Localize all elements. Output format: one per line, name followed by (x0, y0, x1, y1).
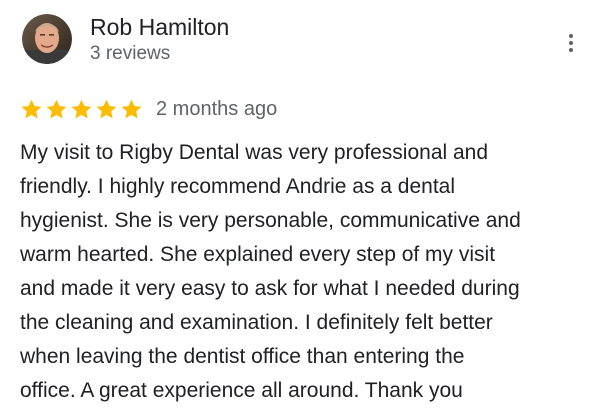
review-text-line: hygienist. She is very personable, commu… (20, 209, 521, 232)
review-text-line: warm hearted. She explained every step o… (20, 243, 496, 266)
dot (569, 34, 573, 38)
review-text-line: and made it very easy to ask for what I … (20, 277, 520, 300)
reviewer-name[interactable]: Rob Hamilton (90, 14, 229, 40)
more-vertical-icon[interactable] (560, 30, 582, 56)
review-text-line: the cleaning and examination. I definite… (20, 311, 493, 334)
dot (569, 48, 573, 52)
review-text-line: when leaving the dentist office than ent… (20, 345, 465, 368)
review-text-line: My visit to Rigby Dental was very profes… (20, 141, 489, 164)
review-card: Rob Hamilton 3 reviews 2 months ago My v… (0, 0, 596, 404)
star-icon (21, 99, 42, 118)
reviewer-avatar[interactable] (22, 14, 72, 64)
review-date: 2 months ago (156, 98, 278, 120)
review-text-line: office. A great experience all around. T… (20, 379, 463, 402)
reviewer-info: Rob Hamilton 3 reviews (90, 14, 229, 65)
dot (569, 41, 573, 45)
rating-row: 2 months ago (20, 96, 277, 122)
reviewer-review-count: 3 reviews (90, 43, 171, 64)
star-icon (96, 99, 117, 118)
review-text-line: friendly. I highly recommend Andrie as a… (20, 175, 456, 198)
star-rating (20, 98, 143, 121)
review-text: My visit to Rigby Dental was very profes… (20, 136, 580, 408)
star-icon (71, 99, 92, 118)
star-icon (121, 99, 142, 118)
star-icon (46, 99, 67, 118)
reviewer-header: Rob Hamilton 3 reviews (22, 14, 229, 68)
